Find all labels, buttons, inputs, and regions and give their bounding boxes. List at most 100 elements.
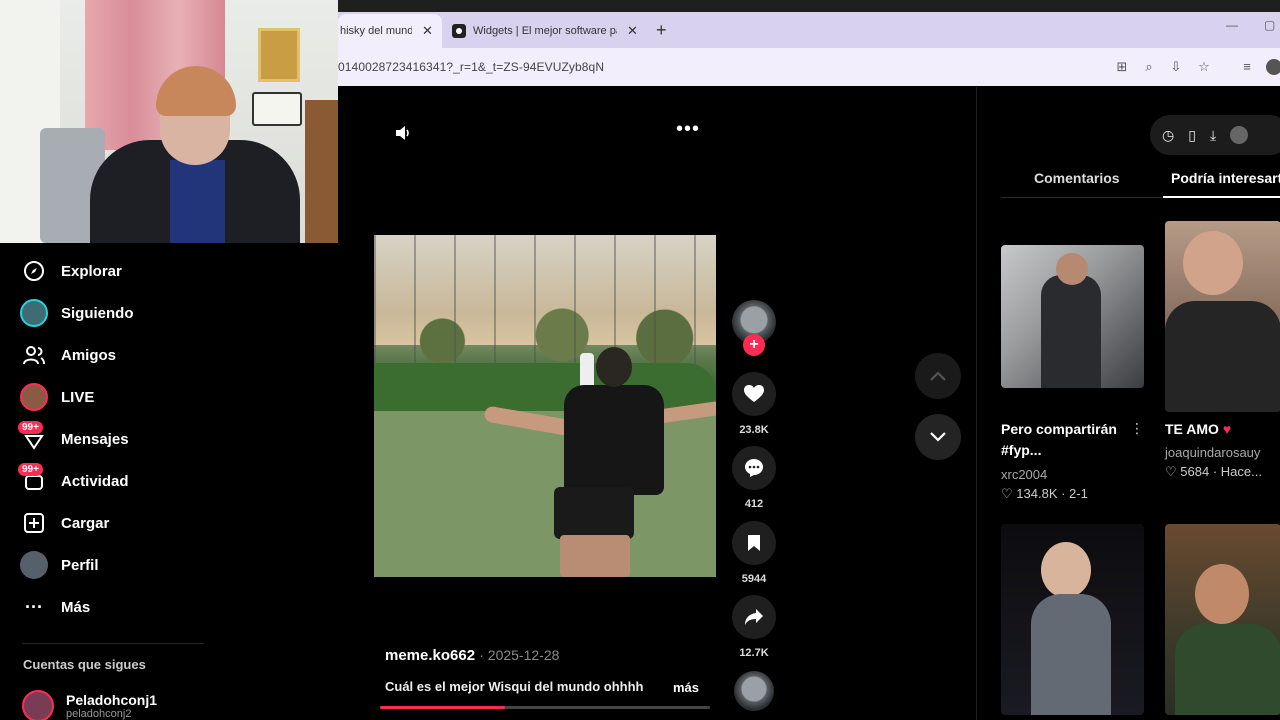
sidebar-item-cargar[interactable]: Cargar — [20, 506, 109, 540]
webcam-person-shirt — [170, 160, 225, 243]
sidebar-item-label: Cargar — [61, 514, 110, 532]
sidebar-item-label: Perfil — [61, 556, 99, 574]
avatar[interactable] — [1230, 126, 1249, 144]
video-author[interactable]: meme.ko662 · 2025-12-28 — [385, 647, 559, 664]
browser-tab-active[interactable]: hisky del mund ✕ — [338, 14, 442, 48]
video-hedge — [374, 363, 716, 411]
video-thumbnail[interactable] — [1001, 245, 1144, 388]
maximize-button[interactable]: ▢ — [1264, 18, 1275, 32]
media-control-icon[interactable]: ≡ — [1239, 59, 1255, 75]
kebab-menu-icon[interactable]: ⋮ — [1130, 420, 1144, 437]
sidebar-item-amigos[interactable]: Amigos — [20, 338, 116, 372]
follow-plus-button[interactable]: + — [743, 334, 765, 356]
more-dots-icon: ··· — [25, 596, 43, 617]
heart-outline-icon: ♡ — [1165, 464, 1177, 479]
comment-icon[interactable] — [732, 446, 776, 490]
save-count: 5944 — [741, 573, 767, 585]
caption-more-link[interactable]: más — [673, 680, 699, 695]
video-feed: ••• + 23.8K 412 5944 12.7K meme.ko662 · … — [338, 87, 976, 720]
next-creator-avatar[interactable] — [734, 671, 774, 711]
video-background-person — [580, 353, 594, 389]
close-icon[interactable]: ✕ — [627, 23, 638, 39]
like-action[interactable]: 23.8K — [731, 372, 777, 436]
sidebar-item-mensajes[interactable]: 99+ Mensajes — [18, 421, 129, 456]
comment-action[interactable]: 412 — [731, 446, 777, 510]
video-thumbnail[interactable] — [1165, 524, 1280, 715]
download-icon[interactable]: ⤓ — [1210, 127, 1216, 144]
sidebar-item-explorar[interactable]: Explorar — [20, 254, 122, 288]
sidebar-item-label: Explorar — [61, 262, 122, 280]
next-video-button[interactable] — [915, 414, 961, 460]
notification-badge: 99+ — [18, 421, 43, 434]
share-count: 12.7K — [739, 647, 769, 659]
sidebar-item-live[interactable]: LIVE — [20, 380, 94, 414]
mute-button[interactable] — [394, 124, 412, 147]
video-person-body — [564, 385, 664, 495]
thumbnail-face — [1041, 542, 1091, 598]
card-stats: ♡ 134.8K · 2-1 — [1001, 486, 1088, 502]
following-account[interactable]: Peladohconj1 peladohconj2 — [22, 690, 157, 720]
address-bar[interactable]: 0140028723416341?_r=1&_t=ZS-94EVUZyb8qN … — [338, 48, 1280, 86]
browser-tab-bar: hisky del mund ✕ Widgets | El mejor soft… — [338, 0, 1280, 48]
sidebar-item-siguiendo[interactable]: Siguiendo — [20, 296, 134, 330]
new-tab-button[interactable]: + — [656, 20, 667, 41]
messages-icon: 99+ — [18, 421, 48, 453]
url-text[interactable]: 0140028723416341?_r=1&_t=ZS-94EVUZyb8qN — [338, 60, 604, 74]
author-name[interactable]: meme.ko662 — [385, 647, 475, 664]
profile-avatar-icon[interactable] — [1266, 59, 1280, 75]
sidebar-item-actividad[interactable]: 99+ Actividad — [18, 463, 129, 498]
translate-icon[interactable]: ⊞ — [1114, 59, 1130, 75]
tab-comments[interactable]: Comentarios — [1034, 170, 1120, 186]
heart-icon[interactable] — [732, 372, 776, 416]
card-author[interactable]: xrc2004 — [1001, 467, 1047, 482]
sidebar-item-perfil[interactable]: Perfil — [20, 548, 99, 582]
sidebar-item-label: Actividad — [61, 472, 129, 490]
video-thumbnail[interactable] — [1165, 221, 1280, 412]
chevron-up-icon — [930, 371, 946, 381]
webcam-overlay — [0, 0, 338, 243]
profile-avatar-icon — [20, 551, 48, 579]
sidebar-item-label: Amigos — [61, 346, 117, 364]
minimize-button[interactable]: — — [1226, 18, 1238, 32]
speed-icon[interactable]: ◷ — [1162, 127, 1174, 144]
bookmark-star-icon[interactable]: ☆ — [1196, 59, 1212, 75]
like-count: 23.8K — [739, 424, 769, 436]
screen: hisky del mund ✕ Widgets | El mejor soft… — [0, 0, 1280, 720]
avatar — [22, 690, 54, 720]
card-title[interactable]: TE AMO ♥ — [1165, 419, 1231, 440]
following-avatar-icon — [20, 299, 48, 327]
notification-badge: 99+ — [18, 463, 43, 476]
previous-video-button[interactable] — [915, 353, 961, 399]
video-fence — [374, 235, 716, 365]
save-action[interactable]: 5944 — [731, 521, 777, 585]
heart-outline-icon: ♡ — [1001, 486, 1013, 501]
card-title[interactable]: Pero compartirán #fyp... — [1001, 419, 1141, 461]
zoom-icon[interactable]: ⌕ — [1141, 59, 1157, 75]
close-icon[interactable]: ✕ — [422, 23, 433, 39]
more-options-button[interactable]: ••• — [676, 118, 700, 141]
install-icon[interactable]: ⇩ — [1168, 59, 1184, 75]
card-author[interactable]: joaquindarosauy — [1165, 445, 1260, 460]
thumbnail-face — [1195, 564, 1249, 624]
video-caption: Cuál es el mejor Wisqui del mundo ohhhh — [385, 679, 644, 694]
following-account-handle: peladohconj2 — [66, 708, 132, 720]
widgets-favicon-icon — [452, 24, 466, 38]
video-player[interactable] — [374, 235, 716, 577]
browser-top-strip — [338, 0, 1280, 12]
video-grass — [374, 411, 716, 577]
bookmark-icon[interactable] — [732, 521, 776, 565]
sidebar-item-mas[interactable]: ··· Más — [20, 590, 90, 624]
phone-icon[interactable]: ▯ — [1188, 127, 1196, 144]
video-thumbnail[interactable] — [1001, 524, 1144, 715]
tab-label: hisky del mund — [340, 25, 412, 37]
share-action[interactable]: 12.7K — [731, 595, 777, 659]
video-person-shorts — [554, 487, 634, 539]
thumbnail-face — [1183, 231, 1243, 295]
chevron-down-icon — [930, 432, 946, 442]
webcam-person-hair — [156, 66, 236, 116]
video-person-legs — [560, 535, 630, 577]
browser-tab[interactable]: Widgets | El mejor software par ✕ — [452, 14, 648, 48]
share-icon[interactable] — [732, 595, 776, 639]
video-progress-bar[interactable] — [380, 706, 710, 709]
tab-recommended[interactable]: Podría interesarte — [1171, 170, 1280, 186]
